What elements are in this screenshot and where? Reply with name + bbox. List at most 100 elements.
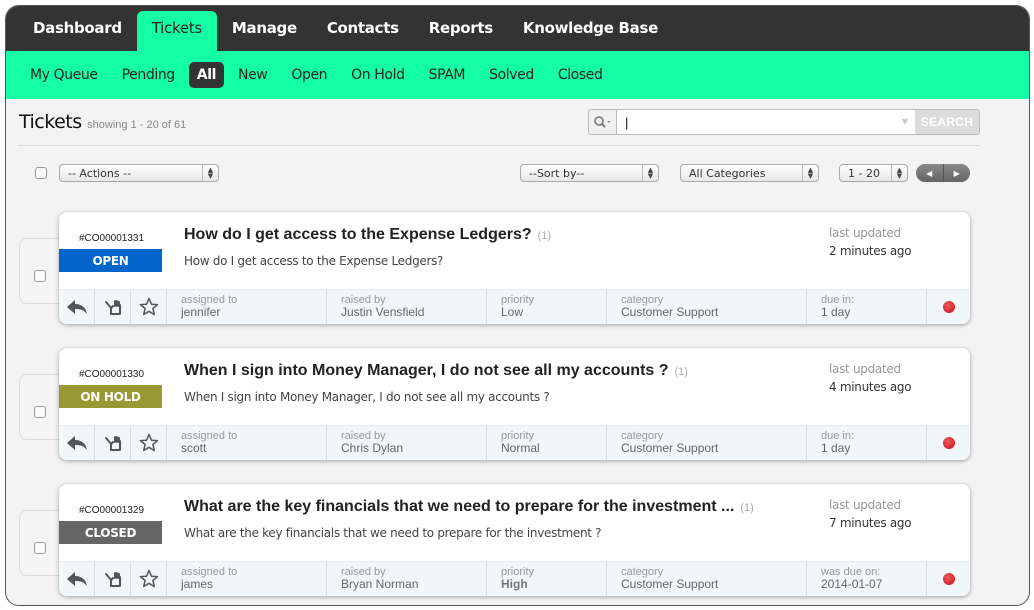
ticket-checkbox[interactable] — [34, 542, 46, 554]
priority-field: priority High — [487, 562, 607, 596]
due-field: due in: 1 day — [807, 290, 927, 324]
assigned-to-field: assigned to jennifer — [167, 290, 327, 324]
ticket-row: #CO00001331 OPEN How do I get access to … — [6, 212, 1029, 324]
raised-by-value: Chris Dylan — [341, 441, 404, 455]
hand-icon — [104, 300, 121, 315]
subnav-solved[interactable]: Solved — [479, 62, 544, 88]
tab-contacts[interactable]: Contacts — [312, 11, 414, 45]
next-page-button[interactable]: ▶ — [942, 164, 971, 182]
actions-select-value: -- Actions -- — [68, 166, 132, 180]
category-select[interactable]: All Categories ▲ ▼ — [680, 164, 819, 182]
search-input[interactable] — [617, 110, 895, 134]
category-field: category Customer Support — [607, 290, 807, 324]
pager: ◀ ▶ — [916, 164, 970, 182]
actions-select[interactable]: -- Actions -- ▲ ▼ — [59, 164, 219, 182]
ticket-checkbox[interactable] — [34, 406, 46, 418]
select-all-checkbox[interactable] — [35, 167, 47, 179]
search-button[interactable]: SEARCH — [915, 110, 979, 134]
status-badge: CLOSED — [59, 521, 162, 544]
search-icon — [593, 116, 611, 128]
raised-by-value: Justin Vensfield — [341, 305, 425, 319]
page-header: Tickets showing 1 - 20 of 61 ▼ SEARCH — [6, 99, 1029, 147]
select-arrows-icon: ▲ ▼ — [802, 165, 818, 181]
assigned-to-value: jennifer — [181, 305, 221, 319]
ticket-row: #CO00001330 ON HOLD When I sign into Mon… — [6, 348, 1029, 460]
alert-indicator — [927, 426, 970, 460]
ticket-card[interactable]: #CO00001329 CLOSED What are the key fina… — [59, 484, 970, 596]
star-button[interactable] — [131, 562, 167, 596]
ticket-checkbox[interactable] — [34, 270, 46, 282]
raised-by-field: raised by Justin Vensfield — [327, 290, 487, 324]
claim-button[interactable] — [95, 562, 131, 596]
search-box: ▼ SEARCH — [588, 109, 980, 135]
page-range-select[interactable]: 1 - 20 ▲ ▼ — [839, 164, 908, 182]
red-dot-icon — [942, 573, 955, 585]
ticket-row: #CO00001329 CLOSED What are the key fina… — [6, 484, 1029, 596]
ticket-description: What are the key financials that we need… — [184, 526, 602, 540]
ticket-card[interactable]: #CO00001330 ON HOLD When I sign into Mon… — [59, 348, 970, 460]
page-range-value: 1 - 20 — [848, 166, 880, 180]
priority-value: High — [501, 577, 528, 591]
star-button[interactable] — [131, 290, 167, 324]
tab-knowledge-base[interactable]: Knowledge Base — [508, 11, 673, 45]
search-dropdown-icon[interactable]: ▼ — [895, 110, 915, 134]
sort-select[interactable]: --Sort by-- ▲ ▼ — [520, 164, 659, 182]
subnav-closed[interactable]: Closed — [548, 62, 613, 88]
subnav-open[interactable]: Open — [281, 62, 337, 88]
ticket-card[interactable]: #CO00001331 OPEN How do I get access to … — [59, 212, 970, 324]
top-nav: Dashboard Tickets Manage Contacts Report… — [6, 6, 1029, 51]
subnav-all[interactable]: All — [188, 62, 225, 88]
last-updated-label: last updated — [829, 362, 901, 376]
reply-count: (1) — [537, 230, 552, 242]
ticket-title[interactable]: What are the key financials that we need… — [184, 498, 754, 516]
reply-button[interactable] — [59, 426, 95, 460]
claim-button[interactable] — [95, 426, 131, 460]
red-dot-icon — [942, 301, 955, 313]
category-field: category Customer Support — [607, 426, 807, 460]
due-value: 1 day — [821, 305, 851, 319]
category-value: Customer Support — [621, 577, 719, 591]
last-updated-label: last updated — [829, 498, 901, 512]
assigned-to-value: james — [181, 577, 214, 591]
sort-select-value: --Sort by-- — [529, 166, 585, 180]
due-value: 1 day — [821, 441, 851, 455]
raised-by-value: Bryan Norman — [341, 577, 419, 591]
reply-button[interactable] — [59, 562, 95, 596]
due-field: due in: 1 day — [807, 426, 927, 460]
subnav-my-queue[interactable]: My Queue — [20, 62, 108, 88]
ticket-title[interactable]: When I sign into Money Manager, I do not… — [184, 362, 688, 380]
claim-button[interactable] — [95, 290, 131, 324]
star-button[interactable] — [131, 426, 167, 460]
category-value: Customer Support — [621, 441, 719, 455]
priority-value: Low — [501, 305, 524, 319]
reply-icon — [66, 436, 87, 450]
category-select-value: All Categories — [689, 166, 766, 180]
tab-dashboard[interactable]: Dashboard — [18, 11, 137, 45]
status-badge: OPEN — [59, 249, 162, 272]
subnav-spam[interactable]: SPAM — [419, 62, 476, 88]
tab-reports[interactable]: Reports — [414, 11, 508, 45]
last-updated-value: 4 minutes ago — [829, 380, 912, 394]
status-badge: ON HOLD — [59, 385, 162, 408]
star-icon — [139, 433, 158, 452]
hand-icon — [104, 572, 121, 587]
subnav-on-hold[interactable]: On Hold — [341, 62, 414, 88]
subnav-new[interactable]: New — [228, 62, 277, 88]
ticket-footer: assigned to jennifer raised by Justin Ve… — [59, 289, 970, 324]
last-updated-value: 7 minutes ago — [829, 516, 912, 530]
alert-indicator — [927, 290, 970, 324]
last-updated: last updated 7 minutes ago — [829, 496, 912, 532]
ticket-title[interactable]: How do I get access to the Expense Ledge… — [184, 226, 551, 244]
ticket-id: #CO00001329 — [79, 505, 145, 516]
ticket-footer: assigned to scott raised by Chris Dylan … — [59, 425, 970, 460]
raised-by-field: raised by Bryan Norman — [327, 562, 487, 596]
ticket-title-text: When I sign into Money Manager, I do not… — [184, 362, 669, 379]
header-divider — [19, 145, 979, 146]
tab-tickets[interactable]: Tickets — [136, 11, 217, 51]
reply-button[interactable] — [59, 290, 95, 324]
search-scope-button[interactable] — [589, 110, 617, 134]
subnav-pending[interactable]: Pending — [112, 62, 185, 88]
tab-manage[interactable]: Manage — [217, 11, 312, 45]
prev-page-button[interactable]: ◀ — [916, 164, 943, 182]
due-field: was due on: 2014-01-07 — [807, 562, 927, 596]
